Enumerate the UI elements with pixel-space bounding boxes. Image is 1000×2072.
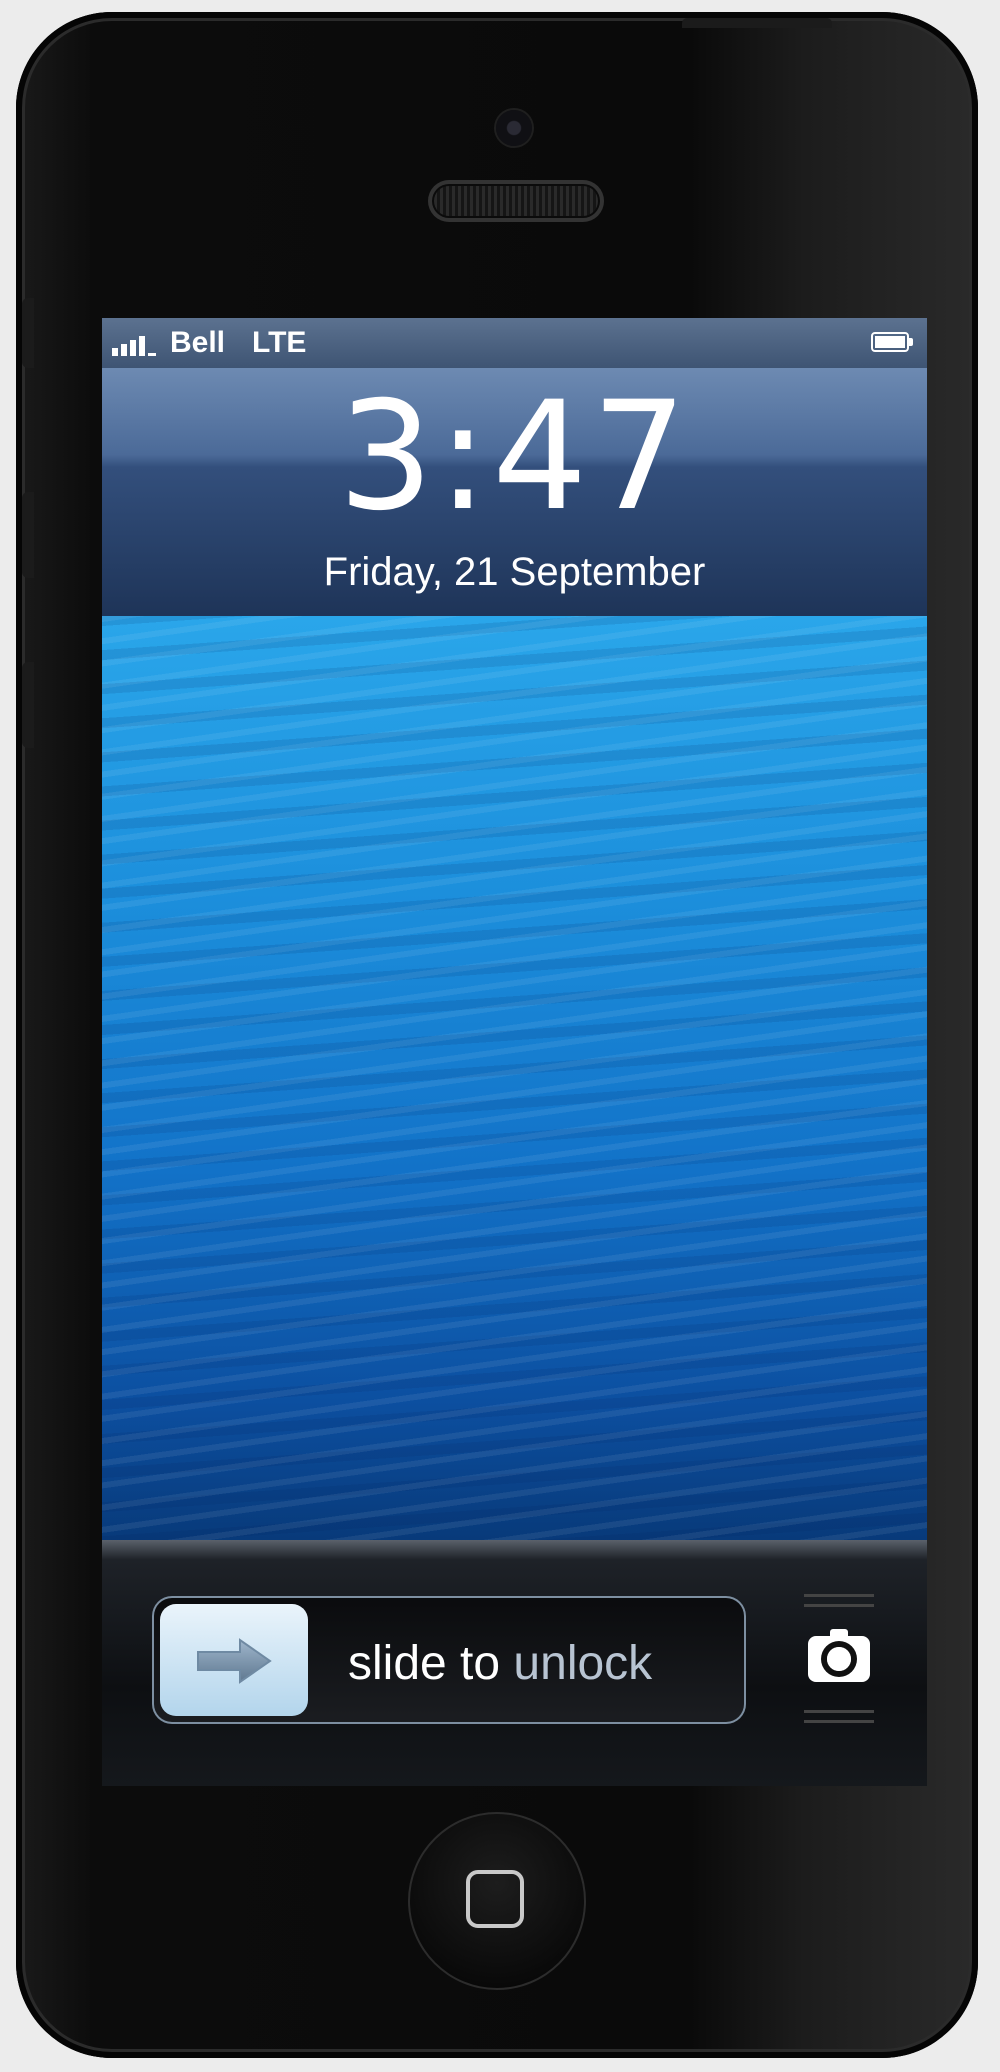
earpiece-speaker — [428, 180, 604, 222]
signal-strength-icon — [112, 334, 166, 356]
lock-date: Friday, 21 September — [323, 550, 706, 594]
front-camera — [496, 110, 532, 146]
phone-body: Bell LTE 3:47 Friday, 21 September slide… — [16, 12, 978, 2058]
slide-to-unlock-label: slide to unlock — [348, 1637, 653, 1690]
home-square-icon — [466, 1870, 524, 1928]
camera-shortcut[interactable] — [802, 1594, 876, 1734]
home-button[interactable] — [408, 1812, 586, 1990]
lock-time: 3:47 — [338, 370, 691, 544]
wallpaper-water — [102, 616, 927, 1540]
volume-up-button[interactable] — [22, 492, 34, 578]
volume-down-button[interactable] — [22, 662, 34, 748]
camera-icon — [808, 1629, 870, 1682]
unlock-panel: slide to unlock — [102, 1540, 927, 1786]
lock-screen: Bell LTE 3:47 Friday, 21 September slide… — [102, 318, 927, 1786]
mute-switch[interactable] — [22, 298, 34, 368]
unlock-slider-knob[interactable] — [160, 1604, 308, 1716]
battery-icon — [871, 332, 915, 354]
status-bar: Bell LTE — [102, 318, 927, 368]
network-type: LTE — [252, 326, 307, 359]
arrow-right-icon — [197, 1638, 272, 1684]
sleep-wake-button[interactable] — [682, 18, 832, 28]
carrier-name: Bell — [170, 326, 226, 359]
slide-to-unlock-track[interactable]: slide to unlock — [152, 1596, 746, 1724]
clock-panel: 3:47 Friday, 21 September — [102, 368, 927, 616]
